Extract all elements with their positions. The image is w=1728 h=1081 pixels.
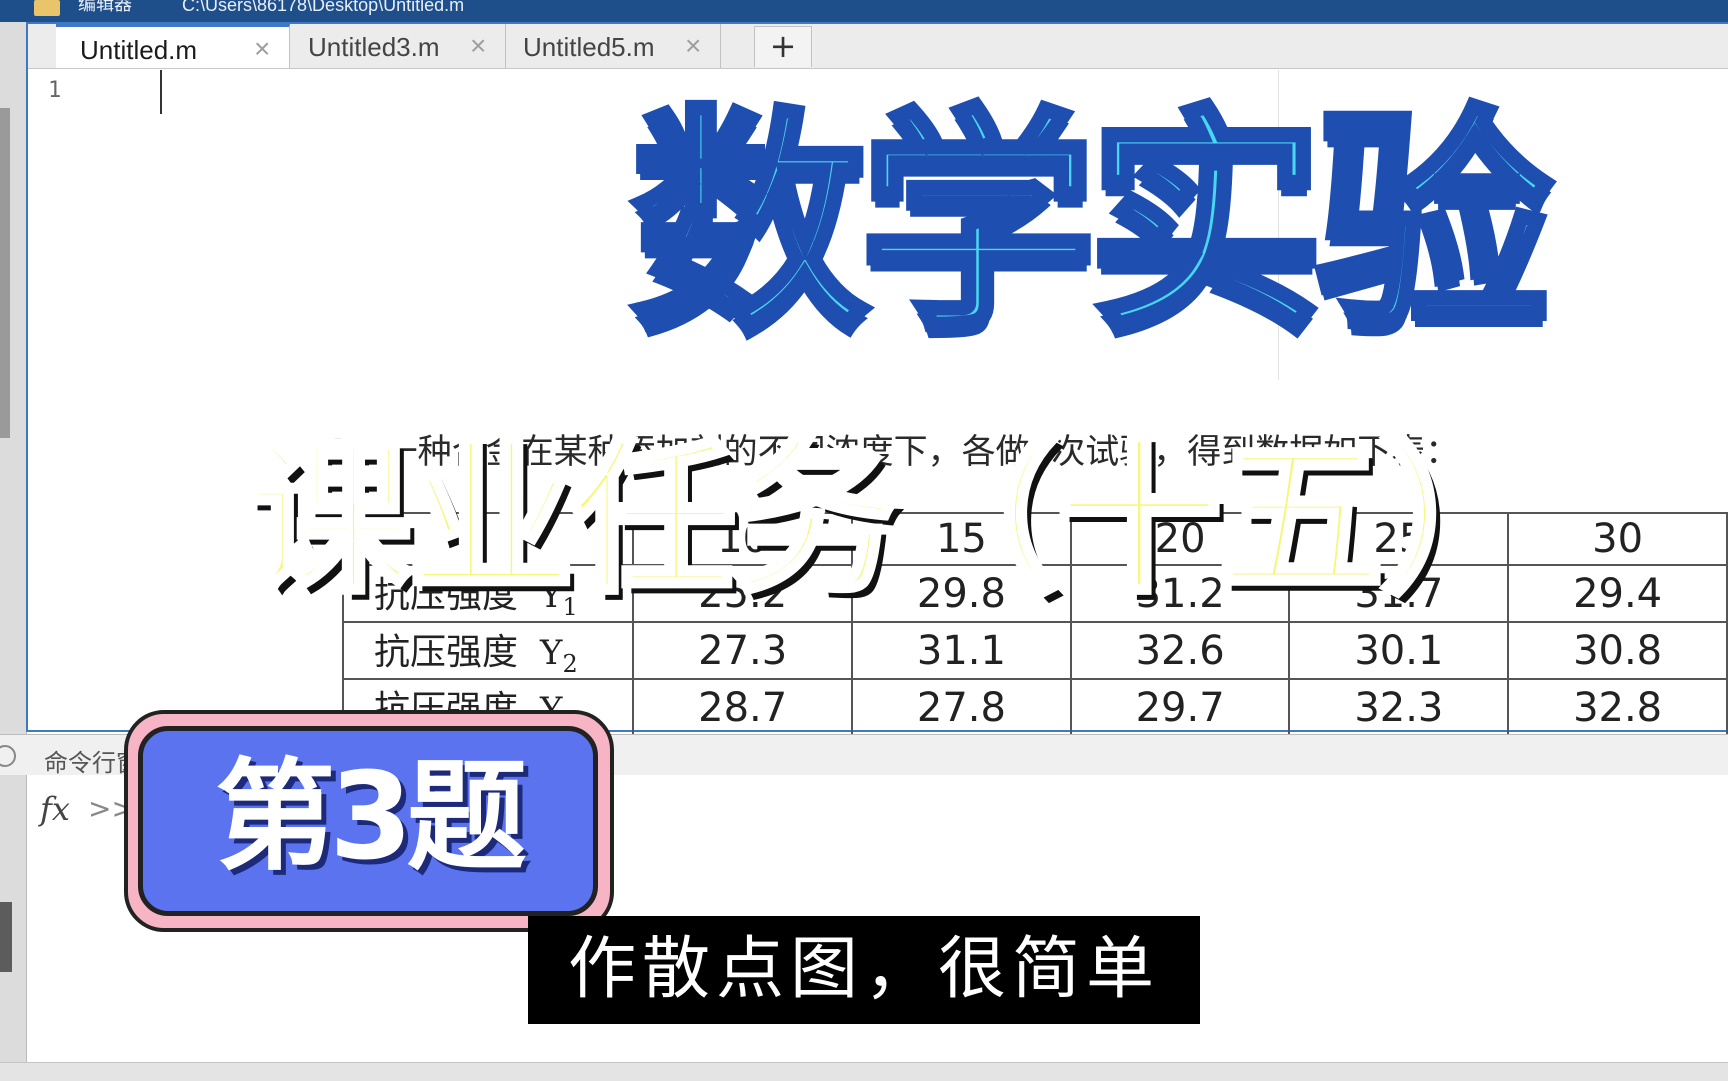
tab-label: Untitled3.m xyxy=(308,32,440,62)
file-path: C:\Users\86178\Desktop\Untitled.m xyxy=(182,0,465,15)
panel-scroll-thumb[interactable] xyxy=(0,902,12,972)
text-cursor xyxy=(160,70,162,114)
question-badge: 第3题 xyxy=(138,726,598,916)
row-label-text: 抗压强度 xyxy=(374,632,519,674)
variable-subscript: 2 xyxy=(562,650,578,679)
table-cell: 32.8 xyxy=(1507,678,1728,738)
video-caption: 作散点图，很简单 xyxy=(528,916,1200,1024)
function-browser-icon[interactable]: fx xyxy=(40,790,70,828)
line-number: 1 xyxy=(48,78,62,103)
close-icon[interactable]: × xyxy=(470,30,486,62)
question-badge-label: 第3题 xyxy=(215,748,526,887)
window-title: 编辑器 xyxy=(78,0,132,15)
table-cell: 28.7 xyxy=(632,678,854,738)
tab-untitled5[interactable]: Untitled5.m × xyxy=(505,24,721,68)
tab-untitled3[interactable]: Untitled3.m × xyxy=(290,24,506,68)
table-cell: 30.1 xyxy=(1288,621,1510,681)
close-icon[interactable]: × xyxy=(685,30,701,62)
editor-tab-bar: Untitled.m × Untitled3.m × Untitled5.m ×… xyxy=(28,24,1728,69)
overlay-subtitle: 课业任务（十五） xyxy=(243,423,1549,616)
table-cell: 32.3 xyxy=(1288,678,1510,738)
table-cell: 31.1 xyxy=(851,621,1072,681)
close-icon[interactable]: × xyxy=(254,33,270,65)
editor-icon xyxy=(34,0,60,16)
variable-symbol: Y xyxy=(540,633,563,674)
overlay-title: 数学实验 xyxy=(628,87,1556,362)
table-row: 抗压强度 Y2 27.3 31.1 32.6 30.1 30.8 xyxy=(341,621,1728,681)
table-cell: 32.6 xyxy=(1069,621,1291,681)
table-cell: 30.8 xyxy=(1507,621,1728,681)
tab-label: Untitled5.m xyxy=(523,32,655,62)
collapse-icon[interactable] xyxy=(0,745,16,767)
tab-label: Untitled.m xyxy=(80,35,198,65)
row-label: 抗压强度 Y2 xyxy=(341,621,635,681)
status-bar xyxy=(0,1062,1728,1081)
left-panel-strip xyxy=(0,22,27,1062)
panel-scrollbar[interactable] xyxy=(0,108,10,438)
table-cell: 29.7 xyxy=(1069,678,1291,738)
tab-untitled[interactable]: Untitled.m × xyxy=(56,24,290,68)
window-title-bar: 编辑器 C:\Users\86178\Desktop\Untitled.m xyxy=(0,0,1728,22)
line-number-gutter xyxy=(28,69,98,729)
table-cell: 27.8 xyxy=(851,678,1072,738)
add-tab-button[interactable]: + xyxy=(754,26,812,67)
table-cell: 27.3 xyxy=(632,621,854,681)
